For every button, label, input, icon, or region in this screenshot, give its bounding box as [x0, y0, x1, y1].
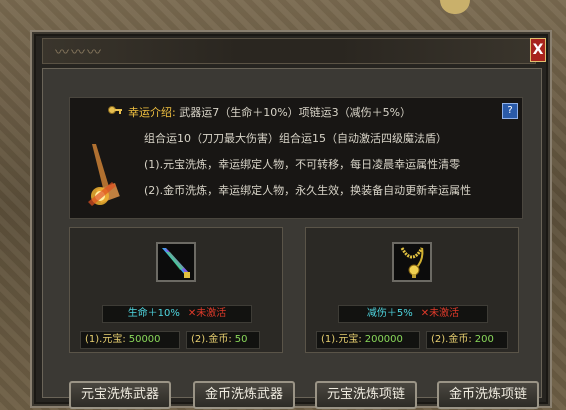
weapon-status-bar: 生命＋10% ✕未激活 — [102, 305, 252, 323]
info-line-3: (1).元宝洗炼，幸运绑定人物，不可转移，每日凌晨幸运属性清零 — [144, 158, 461, 171]
necklace-stat: 减伤＋5% — [366, 308, 413, 319]
weapon-stat: 生命＋10% — [127, 308, 180, 319]
window-titlebar[interactable]: 〰〰〰 — [42, 38, 536, 64]
weapon-gold-value: 50 — [234, 334, 248, 345]
info-line-4: (2).金币洗炼，幸运绑定人物，永久生效，换装备自动更新幸运属性 — [144, 184, 472, 197]
weapon-ingot-cost: (1).元宝: 50000 — [80, 331, 180, 349]
necklace-ingot-value: 200000 — [364, 334, 403, 345]
weapon-gold-label: (2).金币: — [191, 334, 232, 345]
weapon-icon — [88, 144, 120, 206]
necklace-ingot-cost: (1).元宝: 200000 — [316, 331, 420, 349]
gold-refine-necklace-button[interactable]: 金币洗炼项链 — [437, 381, 539, 409]
ingot-refine-weapon-button[interactable]: 元宝洗炼武器 — [69, 381, 171, 409]
weapon-refine-panel: 生命＋10% ✕未激活 (1).元宝: 50000 (2).金币: 50 — [69, 227, 283, 353]
necklace-status-bar: 减伤＋5% ✕未激活 — [338, 305, 488, 323]
necklace-ingot-label: (1).元宝: — [321, 334, 362, 345]
gold-refine-weapon-button[interactable]: 金币洗炼武器 — [193, 381, 295, 409]
dragon-ornament-icon: 〰〰〰 — [55, 45, 103, 61]
sword-icon — [162, 248, 190, 278]
weapon-inactive-status: ✕未激活 — [187, 308, 227, 319]
info-line-1-text: 武器运7（生命＋10%）项链运3（减伤＋5%） — [179, 106, 412, 119]
close-button[interactable]: X — [530, 38, 546, 62]
necklace-gold-value: 200 — [474, 334, 494, 345]
key-icon — [108, 106, 122, 114]
weapon-ingot-value: 50000 — [128, 334, 161, 345]
necklace-item-slot[interactable] — [392, 242, 432, 282]
help-button[interactable]: ? — [502, 103, 518, 119]
necklace-inactive-status: ✕未激活 — [420, 308, 460, 319]
luck-info-panel: ? 幸运介绍: 武器运7（生命＋10%）项链运3（减伤＋5%） 组合运10（刀刀… — [69, 97, 523, 219]
luck-refine-window: 〰〰〰 X ? 幸运介绍: 武器运7（生命＋10%）项链运3（减伤＋5%） 组合… — [30, 30, 552, 409]
necklace-gold-cost: (2).金币: 200 — [426, 331, 508, 349]
weapon-gold-cost: (2).金币: 50 — [186, 331, 260, 349]
info-line-2: 组合运10（刀刀最大伤害）组合运15（自动激活四级魔法盾） — [144, 132, 447, 145]
necklace-refine-panel: 减伤＋5% ✕未激活 (1).元宝: 200000 (2).金币: 200 — [305, 227, 519, 353]
ingot-refine-necklace-button[interactable]: 元宝洗炼项链 — [315, 381, 417, 409]
weapon-item-slot[interactable] — [156, 242, 196, 282]
info-title: 幸运介绍: — [128, 106, 176, 119]
necklace-gold-label: (2).金币: — [431, 334, 472, 345]
info-line-1: 幸运介绍: 武器运7（生命＋10%）项链运3（减伤＋5%） — [128, 104, 411, 120]
weapon-ingot-label: (1).元宝: — [85, 334, 126, 345]
necklace-icon — [400, 247, 424, 278]
window-content: ? 幸运介绍: 武器运7（生命＋10%）项链运3（减伤＋5%） 组合运10（刀刀… — [42, 68, 542, 409]
